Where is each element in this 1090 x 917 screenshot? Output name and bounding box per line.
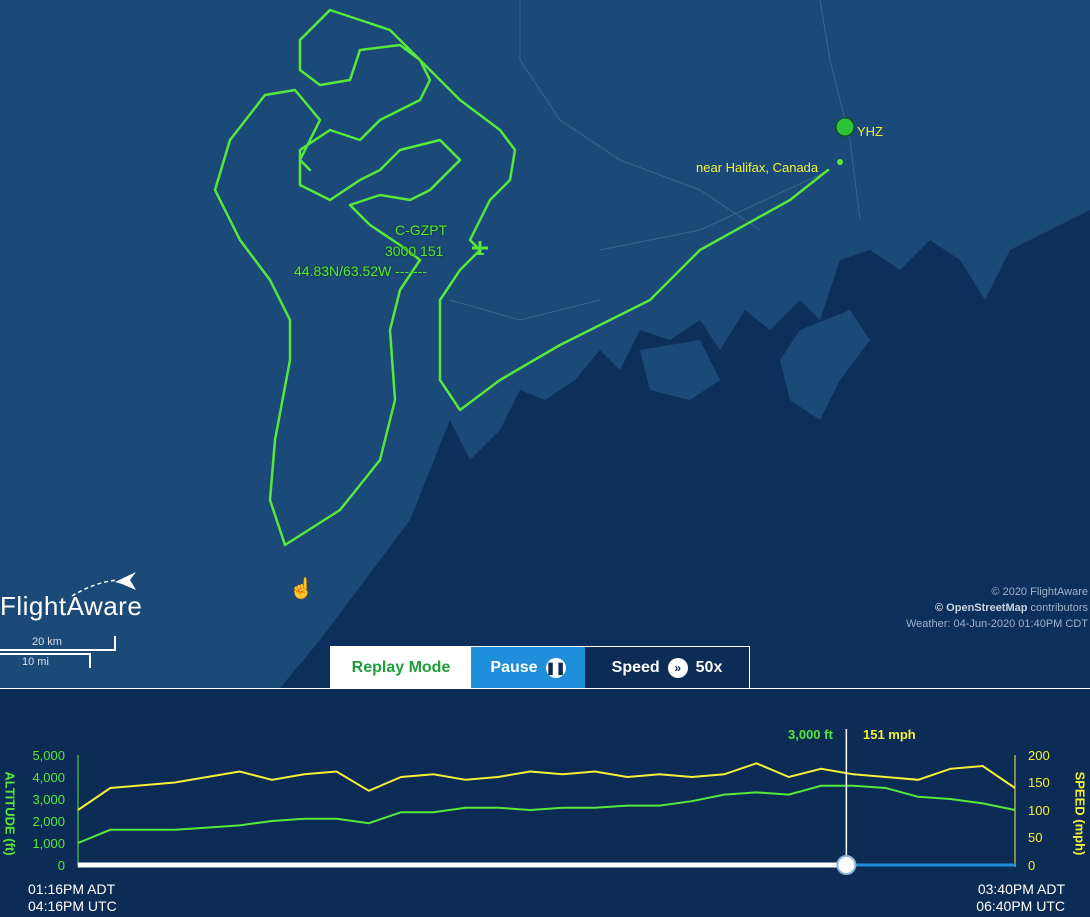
altitude-series-line bbox=[77, 784, 1016, 844]
speed-label: Speed bbox=[611, 659, 660, 676]
airport-marker-icon[interactable] bbox=[835, 117, 855, 137]
replay-controls: Replay Mode Pause ❚❚ Speed » 50x bbox=[330, 646, 750, 690]
flight-alt-speed: 3000 151 bbox=[385, 243, 444, 259]
altitude-speed-panel: 3,000 ft 151 mph ALTITUDE (ft) SPEED (mp… bbox=[0, 688, 1090, 917]
fast-forward-icon: » bbox=[667, 658, 688, 678]
pause-label: Pause bbox=[490, 659, 538, 676]
scale-km: 20 km bbox=[32, 636, 62, 648]
osm-contributors: contributors bbox=[1027, 602, 1088, 614]
origin-place: near Halifax, Canada bbox=[696, 160, 819, 175]
credit-weather: Weather: 04-Jun-2020 01:40PM CDT bbox=[906, 618, 1088, 630]
start-time: 01:16PM ADT 04:16PM UTC bbox=[28, 881, 117, 915]
speed-value: 50x bbox=[695, 659, 723, 676]
credit-osm[interactable]: © OpenStreetMap contributors bbox=[906, 600, 1088, 616]
map-view[interactable]: C-GZPT 3000 151 44.83N/63.52W --- --- YH… bbox=[0, 0, 1090, 688]
airport-code: YHZ bbox=[857, 124, 883, 139]
replay-mode-button[interactable]: Replay Mode bbox=[331, 647, 471, 689]
flight-position: 44.83N/63.52W --- --- bbox=[294, 263, 428, 279]
flight-profile-chart[interactable] bbox=[0, 689, 1090, 917]
speed-button[interactable]: Speed » 50x bbox=[585, 647, 749, 689]
credit-flightaware: © 2020 FlightAware bbox=[991, 586, 1088, 598]
scale-mi: 10 mi bbox=[22, 656, 49, 668]
mouse-cursor-icon: ☝ bbox=[289, 578, 314, 600]
osm-link[interactable]: © OpenStreetMap bbox=[935, 602, 1027, 614]
logo-plane-icon bbox=[71, 572, 136, 597]
playhead-handle[interactable] bbox=[836, 855, 857, 875]
pause-button[interactable]: Pause ❚❚ bbox=[471, 647, 585, 689]
origin-dot-icon bbox=[837, 159, 843, 165]
start-time-utc: 04:16PM UTC bbox=[28, 898, 117, 914]
pause-icon: ❚❚ bbox=[546, 658, 566, 678]
end-time-local: 03:40PM ADT bbox=[977, 881, 1065, 897]
flight-callsign: C-GZPT bbox=[395, 222, 448, 238]
end-time: 03:40PM ADT 06:40PM UTC bbox=[976, 881, 1065, 915]
map-credits: © 2020 FlightAware © OpenStreetMap contr… bbox=[906, 584, 1088, 632]
start-time-local: 01:16PM ADT bbox=[28, 881, 116, 897]
replay-mode-label: Replay Mode bbox=[351, 659, 451, 676]
end-time-utc: 06:40PM UTC bbox=[976, 898, 1065, 914]
